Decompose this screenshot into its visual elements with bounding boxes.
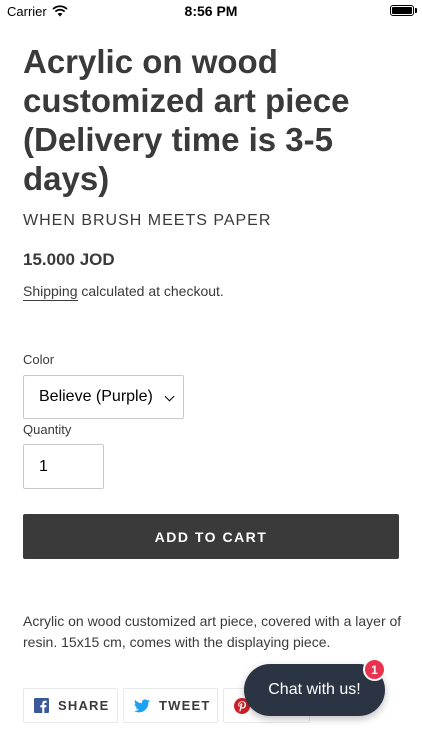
share-facebook-button[interactable]: SHARE xyxy=(23,688,118,723)
status-bar: Carrier 8:56 PM xyxy=(0,0,422,22)
quantity-input[interactable]: 1 xyxy=(23,444,104,489)
twitter-icon xyxy=(134,698,150,713)
color-label: Color xyxy=(23,352,55,367)
facebook-icon xyxy=(34,698,49,713)
chevron-down-icon xyxy=(164,391,175,402)
color-select[interactable]: Believe (Purple) xyxy=(23,375,184,419)
share-twitter-button[interactable]: TWEET xyxy=(123,688,218,723)
share-facebook-label: SHARE xyxy=(58,698,110,713)
product-title: Acrylic on wood customized art piece (De… xyxy=(23,43,350,197)
product-price: 15.000 JOD xyxy=(23,250,115,269)
battery-icon xyxy=(390,5,414,16)
quantity-value: 1 xyxy=(39,457,48,475)
product-description: Acrylic on wood customized art piece, co… xyxy=(23,613,402,650)
status-time: 8:56 PM xyxy=(184,3,238,19)
product-vendor: WHEN BRUSH MEETS PAPER xyxy=(23,212,272,229)
shipping-note: Shipping calculated at checkout. xyxy=(23,283,224,301)
shipping-note-text: calculated at checkout. xyxy=(77,283,224,299)
battery-tip xyxy=(415,8,417,13)
add-to-cart-button[interactable]: ADD TO CART xyxy=(23,514,399,559)
quantity-label: Quantity xyxy=(23,422,72,437)
chat-widget-label: Chat with us! xyxy=(268,681,361,698)
color-select-value: Believe (Purple) xyxy=(39,388,153,405)
chat-unread-badge: 1 xyxy=(363,658,386,681)
share-twitter-label: TWEET xyxy=(159,698,211,713)
shipping-link[interactable]: Shipping xyxy=(23,283,78,301)
